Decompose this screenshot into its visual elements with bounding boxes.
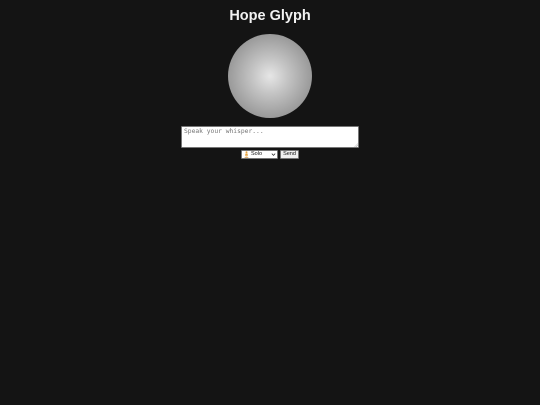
glyph-orb[interactable] <box>228 34 312 118</box>
app-page: Hope Glyph Solo Send <box>0 0 540 405</box>
send-button[interactable]: Send <box>280 150 299 159</box>
mode-select[interactable]: Solo <box>241 150 278 159</box>
chevron-down-icon <box>271 153 276 156</box>
controls-row: Solo Send <box>0 150 540 159</box>
page-title: Hope Glyph <box>229 8 311 24</box>
person-meditating-icon <box>244 151 249 158</box>
mode-select-value: Solo <box>251 151 263 157</box>
whisper-input[interactable] <box>181 126 359 148</box>
